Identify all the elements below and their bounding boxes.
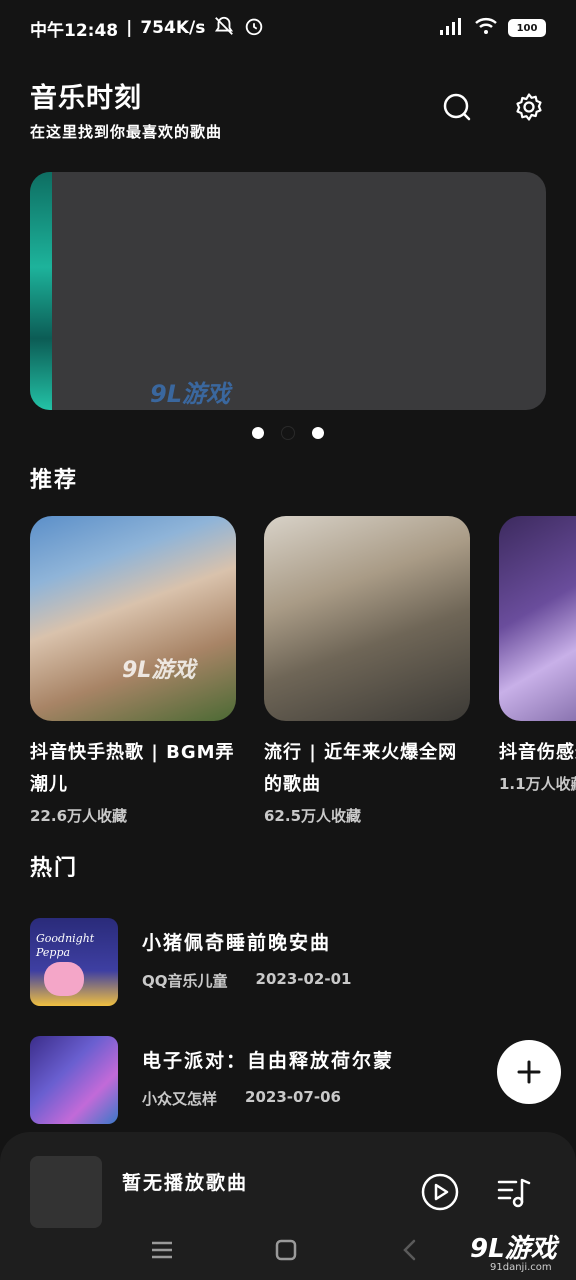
recommend-card[interactable]: 流行 | 近年来火爆全网的歌曲 62.5万人收藏	[264, 516, 470, 826]
back-icon[interactable]	[392, 1232, 428, 1268]
banner-image-edge	[30, 172, 52, 410]
carousel-dot[interactable]	[312, 427, 324, 439]
banner-carousel[interactable]: 9L游戏	[30, 172, 546, 410]
recommend-list: 9L游戏 抖音快手热歌 | BGM弄潮儿 22.6万人收藏 流行 | 近年来火爆…	[30, 516, 576, 826]
hot-cover: Goodnight Peppa	[30, 918, 118, 1006]
hot-date: 2023-07-06	[245, 1088, 341, 1106]
recommend-card[interactable]: 抖音伤感过的苦 1.1万人收藏	[499, 516, 576, 794]
player-cover	[30, 1156, 102, 1228]
recommend-title: 流行 | 近年来火爆全网的歌曲	[264, 742, 458, 795]
hot-artist: QQ音乐儿童	[142, 972, 228, 990]
status-speed: 754K/s	[140, 18, 206, 38]
app-header: 音乐时刻 在这里找到你最喜欢的歌曲	[30, 76, 546, 146]
recommend-title: 抖音伤感过的苦	[499, 742, 576, 763]
wifi-icon	[474, 16, 498, 41]
mute-icon	[213, 15, 235, 42]
status-bar: 中午12:48 | 754K/s 100	[0, 0, 576, 56]
plus-icon	[517, 1060, 541, 1084]
hot-title: 电子派对：自由释放荷尔蒙	[142, 1050, 395, 1072]
section-title-hot: 热门	[30, 856, 79, 881]
status-right: 100	[438, 16, 546, 41]
search-icon[interactable]	[440, 90, 474, 124]
hot-meta: 小众又怎样 2023-07-06	[142, 1088, 341, 1109]
recommend-cover	[264, 516, 470, 721]
player-title: 暂无播放歌曲	[122, 1172, 249, 1194]
recommend-card[interactable]: 9L游戏 抖音快手热歌 | BGM弄潮儿 22.6万人收藏	[30, 516, 236, 826]
carousel-dots	[252, 427, 324, 439]
hot-list-item[interactable]: Goodnight Peppa 小猪佩奇睡前晚安曲 QQ音乐儿童 2023-02…	[30, 918, 546, 1006]
player-controls	[420, 1172, 532, 1216]
carousel-dot[interactable]	[252, 427, 264, 439]
recommend-count: 62.5万人收藏	[264, 807, 362, 825]
hot-title: 小猪佩奇睡前晚安曲	[142, 932, 332, 954]
hot-meta: QQ音乐儿童 2023-02-01	[142, 970, 351, 991]
banner-watermark: 9L游戏	[150, 380, 230, 408]
brand-watermark: 9L游戏	[470, 1234, 557, 1264]
recommend-count: 22.6万人收藏	[30, 807, 128, 825]
app-subtitle: 在这里找到你最喜欢的歌曲	[30, 123, 223, 141]
hot-artist: 小众又怎样	[142, 1090, 218, 1108]
signal-icon	[438, 16, 464, 41]
recommend-cover	[499, 516, 576, 721]
play-icon[interactable]	[420, 1172, 460, 1216]
cover-text: Goodnight Peppa	[36, 932, 95, 959]
cover-watermark: 9L游戏	[122, 658, 196, 683]
carousel-dot-active[interactable]	[282, 427, 294, 439]
alarm-icon	[243, 15, 265, 42]
playlist-icon[interactable]	[496, 1174, 532, 1214]
home-icon[interactable]	[268, 1232, 304, 1268]
hot-list-item[interactable]: 电子派对：自由释放荷尔蒙 小众又怎样 2023-07-06	[30, 1036, 546, 1124]
gear-icon[interactable]	[512, 90, 546, 124]
status-left: 中午12:48 | 754K/s	[30, 15, 265, 42]
status-time: 中午12:48	[30, 20, 119, 41]
recommend-count: 1.1万人收藏	[499, 775, 576, 793]
header-actions	[440, 90, 546, 124]
hot-cover	[30, 1036, 118, 1124]
brand-site: 91danji.com	[490, 1262, 552, 1273]
section-title-recommend: 推荐	[30, 468, 79, 493]
menu-icon[interactable]	[144, 1232, 180, 1268]
recommend-title: 抖音快手热歌 | BGM弄潮儿	[30, 742, 235, 795]
battery-indicator: 100	[508, 19, 546, 37]
add-button[interactable]	[497, 1040, 561, 1104]
peppa-illustration	[44, 962, 84, 996]
status-divider: |	[126, 18, 133, 38]
hot-date: 2023-02-01	[255, 970, 352, 988]
recommend-cover: 9L游戏	[30, 516, 236, 721]
